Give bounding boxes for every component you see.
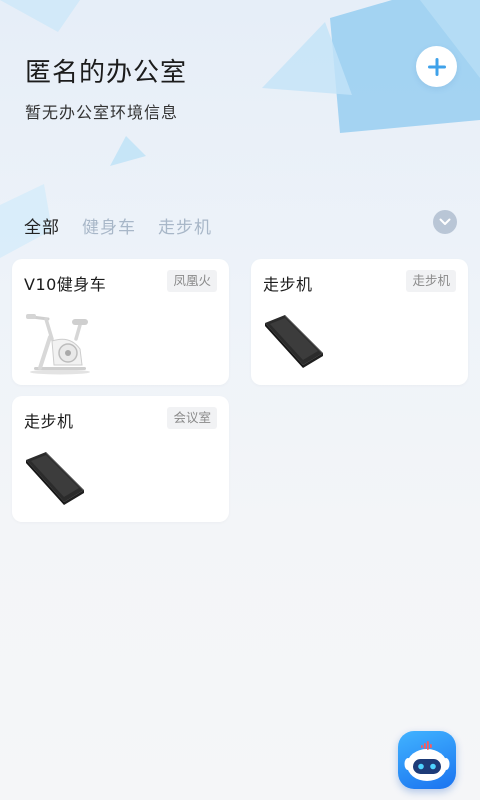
device-card[interactable]: 走步机 会议室 [12,396,229,522]
device-card[interactable]: V10健身车 凤凰火 [12,259,229,385]
device-location-tag: 会议室 [167,407,217,429]
device-location-tag: 走步机 [406,270,456,292]
device-location-tag: 凤凰火 [167,270,217,292]
office-header: 匿名的办公室 暂无办公室环境信息 [0,0,480,200]
office-title: 匿名的办公室 [25,58,188,88]
plus-icon [427,57,446,76]
tab-exercise-bike[interactable]: 健身车 [82,213,136,238]
office-environment-info: 暂无办公室环境信息 [25,103,179,122]
device-name: 走步机 [263,275,313,294]
chevron-down-icon [439,218,451,225]
device-filter-tabs: 全部 健身车 走步机 [0,205,480,241]
tab-all[interactable]: 全部 [24,213,60,238]
treadmill-image [265,315,323,368]
device-card[interactable]: 走步机 走步机 [251,259,468,385]
device-name: 走步机 [24,412,74,431]
assistant-button[interactable] [398,731,456,789]
treadmill-image [26,452,84,505]
device-name: V10健身车 [24,275,107,294]
tab-treadmill[interactable]: 走步机 [158,213,212,238]
add-device-button[interactable] [416,46,457,87]
robot-assistant-icon [404,741,450,781]
exercise-bike-image [26,314,90,375]
expand-tabs-button[interactable] [433,210,457,234]
